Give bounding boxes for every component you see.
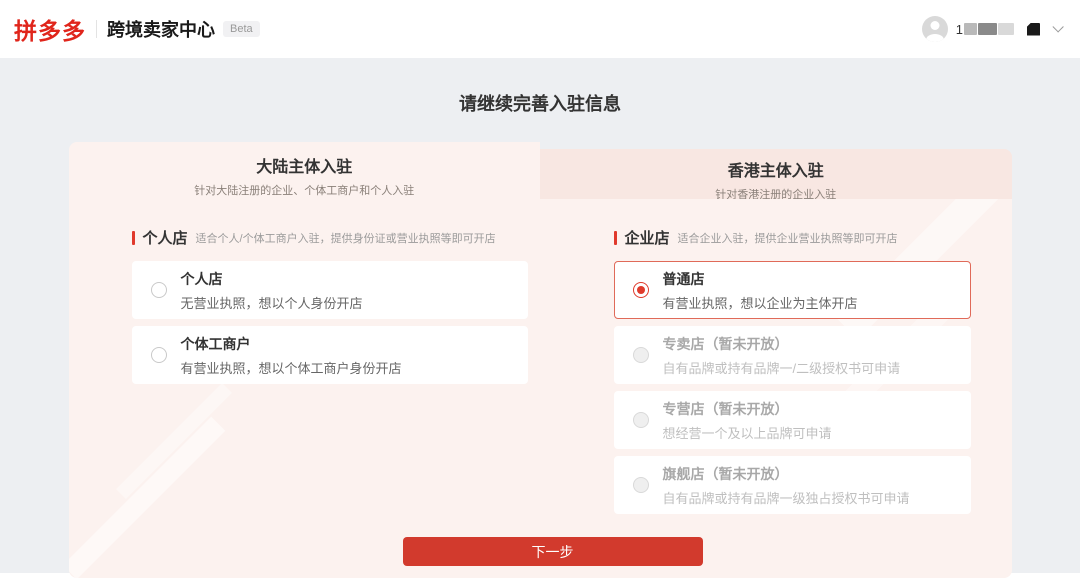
tab-content: 个人店 适合个人/个体工商户入驻，提供身份证或营业执照等即可开店 个人店 无营业… bbox=[69, 199, 1012, 578]
radio-unchecked-icon[interactable] bbox=[151, 282, 167, 298]
section-header: 企业店 适合企业入驻，提供企业营业执照等即可开店 bbox=[614, 227, 971, 248]
masked-username: 1 bbox=[956, 22, 1014, 37]
radio-disabled-icon bbox=[633, 412, 649, 428]
radio-disabled-icon bbox=[633, 347, 649, 363]
entity-tabs: 大陆主体入驻 针对大陆注册的企业、个体工商户和个人入驻 香港主体入驻 针对香港注… bbox=[69, 142, 1012, 199]
option-title: 个体工商户 bbox=[181, 334, 402, 354]
avatar-icon[interactable] bbox=[922, 16, 948, 42]
actions-row: 下一步 bbox=[132, 537, 974, 566]
section-title: 企业店 bbox=[625, 227, 670, 248]
username-prefix: 1 bbox=[956, 22, 963, 37]
username-redaction-block bbox=[964, 23, 977, 35]
option-specialty-store: 专营店（暂未开放） 想经营一个及以上品牌可申请 bbox=[614, 391, 971, 449]
main-area: 请继续完善入驻信息 大陆主体入驻 针对大陆注册的企业、个体工商户和个人入驻 香港… bbox=[0, 58, 1080, 573]
document-icon bbox=[1027, 23, 1040, 36]
option-text: 旗舰店（暂未开放） 自有品牌或持有品牌一级独占授权书可申请 bbox=[663, 464, 910, 507]
option-personal-store[interactable]: 个人店 无营业执照，想以个人身份开店 bbox=[132, 261, 528, 319]
option-flagship-store: 旗舰店（暂未开放） 自有品牌或持有品牌一级独占授权书可申请 bbox=[614, 456, 971, 514]
option-individual-business[interactable]: 个体工商户 有营业执照，想以个体工商户身份开店 bbox=[132, 326, 528, 384]
next-step-button[interactable]: 下一步 bbox=[403, 537, 703, 566]
option-description: 有营业执照，想以个体工商户身份开店 bbox=[181, 358, 402, 377]
tab-mainland-entity[interactable]: 大陆主体入驻 针对大陆注册的企业、个体工商户和个人入驻 bbox=[69, 142, 541, 199]
page-title: 请继续完善入驻信息 bbox=[0, 90, 1080, 116]
option-title: 专营店（暂未开放） bbox=[663, 399, 832, 419]
option-ordinary-store[interactable]: 普通店 有营业执照，想以企业为主体开店 bbox=[614, 261, 971, 319]
option-description: 想经营一个及以上品牌可申请 bbox=[663, 423, 832, 442]
pinduoduo-logo: 拼多多 bbox=[14, 12, 86, 46]
onboarding-panel: 大陆主体入驻 针对大陆注册的企业、个体工商户和个人入驻 香港主体入驻 针对香港注… bbox=[69, 142, 1012, 578]
personal-store-section: 个人店 适合个人/个体工商户入驻，提供身份证或营业执照等即可开店 个人店 无营业… bbox=[132, 227, 528, 521]
option-exclusive-store: 专卖店（暂未开放） 自有品牌或持有品牌一/二级授权书可申请 bbox=[614, 326, 971, 384]
tab-label: 香港主体入驻 bbox=[540, 157, 1012, 181]
option-description: 自有品牌或持有品牌一级独占授权书可申请 bbox=[663, 488, 910, 507]
option-title: 旗舰店（暂未开放） bbox=[663, 464, 910, 484]
section-title: 个人店 bbox=[143, 227, 188, 248]
tab-hongkong-entity[interactable]: 香港主体入驻 针对香港注册的企业入驻 bbox=[540, 149, 1012, 199]
option-title: 个人店 bbox=[181, 269, 363, 289]
section-header: 个人店 适合个人/个体工商户入驻，提供身份证或营业执照等即可开店 bbox=[132, 227, 528, 248]
tab-description: 针对大陆注册的企业、个体工商户和个人入驻 bbox=[69, 182, 541, 198]
option-description: 自有品牌或持有品牌一/二级授权书可申请 bbox=[663, 358, 901, 377]
user-menu[interactable]: 1 bbox=[922, 16, 1060, 42]
option-text: 普通店 有营业执照，想以企业为主体开店 bbox=[663, 269, 858, 312]
radio-disabled-icon bbox=[633, 477, 649, 493]
option-title: 专卖店（暂未开放） bbox=[663, 334, 901, 354]
store-type-columns: 个人店 适合个人/个体工商户入驻，提供身份证或营业执照等即可开店 个人店 无营业… bbox=[132, 227, 974, 521]
tab-label: 大陆主体入驻 bbox=[69, 153, 541, 177]
option-text: 个体工商户 有营业执照，想以个体工商户身份开店 bbox=[181, 334, 402, 377]
app-title: 跨境卖家中心 bbox=[107, 16, 215, 42]
option-text: 个人店 无营业执照，想以个人身份开店 bbox=[181, 269, 363, 312]
chevron-down-icon[interactable] bbox=[1052, 21, 1063, 32]
option-description: 无营业执照，想以个人身份开店 bbox=[181, 293, 363, 312]
beta-badge: Beta bbox=[223, 21, 260, 37]
section-accent-bar bbox=[614, 231, 617, 245]
option-title: 普通店 bbox=[663, 269, 858, 289]
username-redaction-block bbox=[978, 23, 997, 35]
option-description: 有营业执照，想以企业为主体开店 bbox=[663, 293, 858, 312]
username-redaction-block bbox=[998, 23, 1014, 35]
enterprise-store-section: 企业店 适合企业入驻，提供企业营业执照等即可开店 普通店 有营业执照，想以企业为… bbox=[614, 227, 971, 521]
section-description: 适合企业入驻，提供企业营业执照等即可开店 bbox=[678, 230, 898, 246]
radio-checked-icon[interactable] bbox=[633, 282, 649, 298]
radio-unchecked-icon[interactable] bbox=[151, 347, 167, 363]
option-text: 专营店（暂未开放） 想经营一个及以上品牌可申请 bbox=[663, 399, 832, 442]
section-accent-bar bbox=[132, 231, 135, 245]
option-text: 专卖店（暂未开放） 自有品牌或持有品牌一/二级授权书可申请 bbox=[663, 334, 901, 377]
logo-divider bbox=[96, 20, 97, 38]
top-header: 拼多多 跨境卖家中心 Beta 1 bbox=[0, 0, 1080, 58]
section-description: 适合个人/个体工商户入驻，提供身份证或营业执照等即可开店 bbox=[196, 230, 496, 246]
